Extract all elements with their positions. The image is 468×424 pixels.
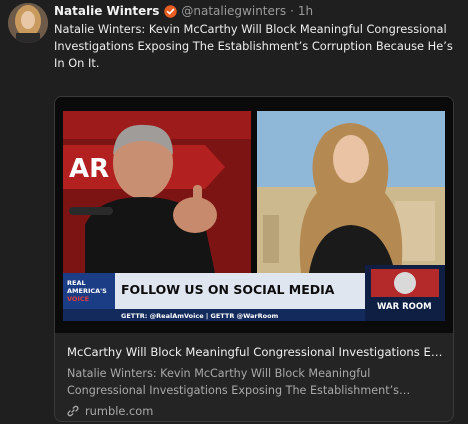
- show-logo: WAR ROOM: [377, 302, 432, 312]
- network-logo-line2: AMERICA'S: [67, 287, 107, 295]
- post-text: Natalie Winters: Kevin McCarthy Will Blo…: [54, 22, 453, 70]
- thumbnail-banner-sub: GETTR: @RealAmVoice | GETTR @WarRoom: [121, 312, 279, 321]
- separator-dot: ·: [290, 4, 294, 18]
- social-post: Natalie Winters @nataliegwinters · 1h Na…: [0, 0, 468, 424]
- thumbnail-banner: FOLLOW US ON SOCIAL MEDIA: [121, 282, 335, 297]
- network-logo-line3: VOICE: [67, 295, 89, 303]
- verified-badge-icon: [164, 4, 178, 18]
- post-time[interactable]: 1h: [298, 4, 313, 18]
- author-avatar[interactable]: [8, 3, 48, 43]
- author-handle[interactable]: @nataliegwinters: [181, 4, 286, 18]
- link-icon: [67, 405, 79, 417]
- card-domain-link[interactable]: rumble.com: [67, 404, 153, 418]
- card-description: Natalie Winters: Kevin McCarthy Will Blo…: [67, 367, 411, 397]
- post-header: Natalie Winters @nataliegwinters · 1h: [54, 3, 313, 19]
- card-title[interactable]: McCarthy Will Block Meaningful Congressi…: [67, 345, 445, 359]
- link-preview-card[interactable]: AR R M REAL: [54, 96, 454, 422]
- video-thumbnail[interactable]: AR R M REAL: [55, 97, 453, 333]
- network-logo-line1: REAL: [67, 279, 86, 287]
- author-name[interactable]: Natalie Winters: [54, 4, 159, 18]
- card-domain: rumble.com: [85, 404, 154, 418]
